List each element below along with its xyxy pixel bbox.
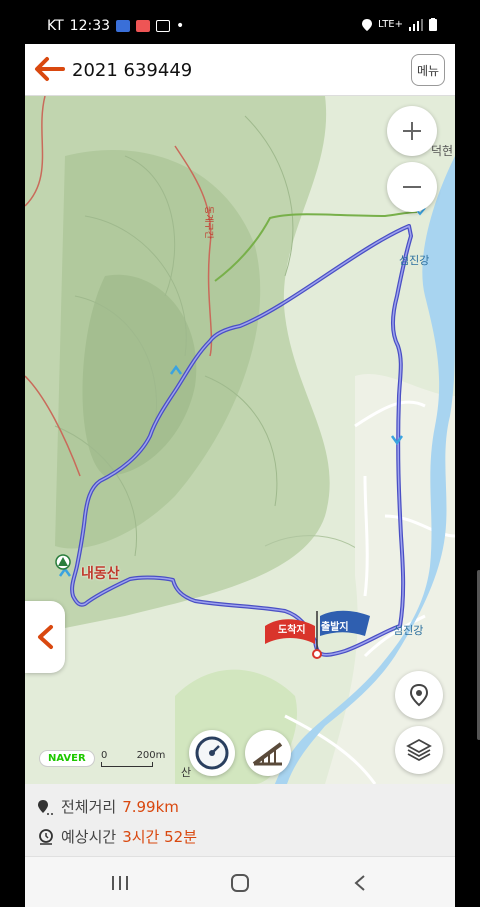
- scale-value: 200m: [136, 750, 166, 761]
- river-label-top: 섬진강: [399, 254, 430, 267]
- network-type: LTE+: [378, 19, 403, 30]
- location-icon: [362, 18, 372, 31]
- back-arrow-icon[interactable]: [33, 56, 65, 82]
- system-nav-bar: [25, 856, 455, 907]
- speedometer-icon: [195, 736, 229, 770]
- layers-icon: [406, 738, 432, 762]
- signal-icon: [409, 18, 423, 31]
- river-label-bottom: 섬진강: [393, 624, 424, 637]
- page-title: 2021 639449: [72, 60, 193, 81]
- status-bar: KT 12:33 • LTE+: [25, 0, 455, 44]
- distance-value: 7.99km: [122, 797, 179, 816]
- elevation-icon: [252, 742, 283, 766]
- app-notification-icon: [136, 20, 151, 32]
- time-icon: [39, 828, 53, 845]
- clock: 12:33: [69, 18, 111, 34]
- app-header: 2021 639449 메뉴: [25, 44, 455, 96]
- scale-line: [101, 762, 153, 767]
- minus-icon: [403, 186, 421, 188]
- menu-button[interactable]: 메뉴: [411, 54, 445, 86]
- scale-zero: 0: [101, 750, 108, 761]
- route-summary: 전체거리 7.99km 예상시간 3시간 52분: [25, 784, 455, 856]
- layers-button[interactable]: [395, 726, 443, 774]
- map-view[interactable]: 덕현 섬진강 섬진강 내동산 동계구간 산 도착지 출발지 NAVER 0 20…: [25, 96, 455, 784]
- arrival-marker-label: 도착지: [278, 625, 306, 636]
- time-value: 3시간 52분: [122, 828, 198, 846]
- infinity-icon: [156, 20, 171, 32]
- home-button[interactable]: [225, 871, 255, 895]
- distance-label: 전체거리: [61, 798, 117, 816]
- zoom-in-button[interactable]: [387, 106, 437, 156]
- zoom-out-button[interactable]: [387, 162, 437, 212]
- road-label: 동계구간: [203, 205, 214, 240]
- carrier-label: KT: [47, 18, 64, 34]
- chevron-left-icon: [38, 625, 53, 649]
- mountain-label: 내동산: [81, 566, 120, 582]
- side-panel-toggle[interactable]: [25, 601, 65, 673]
- location-pin-icon: [409, 683, 429, 707]
- recent-apps-button[interactable]: [105, 871, 135, 895]
- time-label: 예상시간: [61, 828, 117, 846]
- scale-bar: 0 200m: [101, 750, 166, 767]
- system-back-button[interactable]: [345, 871, 375, 895]
- recent-apps-icon: [112, 876, 128, 890]
- battery-icon: [429, 18, 437, 31]
- distance-icon: [38, 799, 54, 815]
- app-window: KT 12:33 • LTE+ 2021 639449 메뉴 덕현 섬진강 섬진…: [25, 0, 455, 907]
- home-icon: [231, 874, 249, 892]
- departure-marker-label: 출발지: [321, 622, 349, 633]
- plus-icon: [403, 122, 421, 140]
- time-row: 예상시간 3시간 52분: [37, 826, 197, 847]
- notification-icon: [116, 20, 131, 32]
- compass-button[interactable]: [189, 730, 235, 776]
- elevation-profile-button[interactable]: [245, 730, 291, 776]
- distance-row: 전체거리 7.99km: [37, 796, 179, 817]
- more-notifications-dot: •: [176, 18, 185, 34]
- my-location-button[interactable]: [395, 671, 443, 719]
- place-label-deokhyeon: 덕현: [431, 144, 454, 158]
- chevron-left-icon: [354, 875, 365, 891]
- naver-logo: NAVER: [39, 750, 95, 767]
- place-label-bottom: 산: [181, 766, 192, 779]
